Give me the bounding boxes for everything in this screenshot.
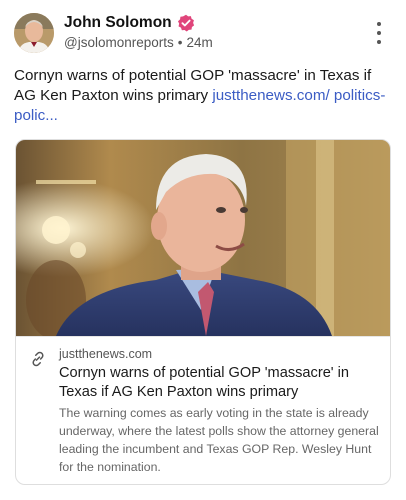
card-description: The warning comes as early voting in the…	[59, 406, 379, 474]
link-icon	[32, 351, 44, 367]
avatar-photo	[14, 13, 54, 53]
author-name[interactable]: John Solomon	[64, 14, 195, 32]
link-preview-card[interactable]: justthenews.com Cornyn warns of potentia…	[15, 139, 391, 485]
card-body: justthenews.com Cornyn warns of potentia…	[16, 336, 390, 484]
more-dot	[377, 40, 381, 44]
more-vertical-icon[interactable]	[370, 22, 388, 44]
meta-separator: •	[177, 35, 183, 50]
author-handle[interactable]: @jsolomonreports	[64, 35, 174, 50]
avatar[interactable]	[14, 13, 54, 53]
post-time[interactable]: 24m	[186, 35, 212, 50]
more-dot	[377, 22, 381, 26]
author-name-text[interactable]: John Solomon	[64, 14, 172, 32]
author-meta: @jsolomonreports • 24m	[64, 35, 213, 50]
more-dot	[377, 31, 381, 35]
post-text: Cornyn warns of potential GOP 'massacre'…	[14, 66, 394, 126]
card-domain: justthenews.com	[59, 347, 153, 361]
verified-badge-icon	[177, 14, 194, 32]
card-image[interactable]	[16, 140, 391, 336]
card-title[interactable]: Cornyn warns of potential GOP 'massacre'…	[59, 364, 379, 402]
post: John Solomon @jsolomonreports • 24m Corn…	[0, 0, 406, 500]
